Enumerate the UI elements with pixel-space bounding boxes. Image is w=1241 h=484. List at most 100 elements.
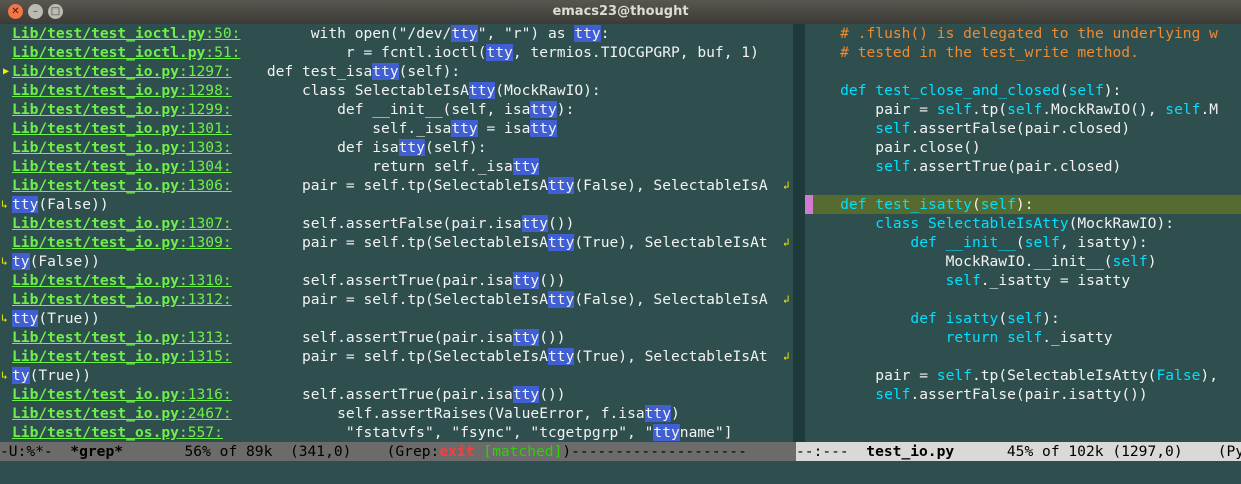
grep-file-link[interactable]: Lib/test/test_io.py	[12, 386, 179, 403]
code-text: ):	[556, 101, 575, 118]
grep-file-link[interactable]: Lib/test/test_io.py	[12, 215, 179, 232]
source-line[interactable]: return self._isatty	[805, 328, 1241, 347]
code-text: "fstatvfs", "fsync", "tcgetpgrp", "	[222, 424, 654, 441]
grep-result-line[interactable]: Lib/test/test_io.py:1301: self._isatty =…	[0, 119, 793, 138]
code-token: pair =	[805, 101, 937, 118]
source-line[interactable]: self.assertTrue(pair.closed)	[805, 157, 1241, 176]
grep-file-link[interactable]: Lib/test/test_io.py	[12, 101, 179, 118]
source-line[interactable]	[805, 347, 1241, 366]
grep-line-number[interactable]: 1301	[188, 120, 223, 137]
source-line[interactable]: self.assertFalse(pair.isatty())	[805, 385, 1241, 404]
source-line[interactable]	[805, 62, 1241, 81]
grep-line-number[interactable]: 50	[214, 25, 232, 42]
grep-result-line[interactable]: Lib/test/test_io.py:1313: self.assertTru…	[0, 328, 793, 347]
grep-file-link[interactable]: Lib/test/test_io.py	[12, 329, 179, 346]
grep-file-link[interactable]: Lib/test/test_io.py	[12, 120, 179, 137]
grep-result-line[interactable]: Lib/test/test_io.py:1307: self.assertFal…	[0, 214, 793, 233]
code-text: pair = self.tp(SelectableIsA	[231, 177, 548, 194]
match-highlight: tty	[468, 82, 496, 99]
code-text: (MockRawIO):	[495, 82, 601, 99]
grep-result-line[interactable]: Lib/test/test_io.py:1309: pair = self.tp…	[0, 233, 793, 252]
code-token: self	[875, 120, 911, 137]
grep-result-line[interactable]: ↳ tty(True))	[0, 309, 793, 328]
grep-result-line[interactable]: ↳ ty(False))	[0, 252, 793, 271]
grep-result-line[interactable]: ↳ tty(False))	[0, 195, 793, 214]
grep-line-number[interactable]: 1310	[188, 272, 223, 289]
grep-colon: :	[178, 158, 188, 175]
code-text: pair = self.tp(SelectableIsA	[231, 234, 548, 251]
grep-result-line[interactable]: Lib/test/test_io.py:1299: def __init__(s…	[0, 100, 793, 119]
source-line[interactable]: def __init__(self, isatty):	[805, 233, 1241, 252]
grep-file-link[interactable]: Lib/test/test_io.py	[12, 348, 179, 365]
source-line[interactable]: pair = self.tp(self.MockRawIO(), self.M	[805, 100, 1241, 119]
grep-line-number[interactable]: 1307	[188, 215, 223, 232]
source-line[interactable]: def isatty(self):	[805, 309, 1241, 328]
grep-result-line[interactable]: Lib/test/test_io.py:1306: pair = self.tp…	[0, 176, 793, 195]
source-line[interactable]	[805, 290, 1241, 309]
grep-file-link[interactable]: Lib/test/test_ioctl.py	[12, 25, 205, 42]
code-token: def	[805, 82, 876, 99]
grep-result-line[interactable]: Lib/test/test_io.py:1315: pair = self.tp…	[0, 347, 793, 366]
grep-file-link[interactable]: Lib/test/test_io.py	[12, 405, 179, 422]
grep-file-link[interactable]: Lib/test/test_io.py	[12, 272, 179, 289]
grep-line-number[interactable]: 1298	[188, 82, 223, 99]
grep-result-line[interactable]: Lib/test/test_io.py:1303: def isatty(sel…	[0, 138, 793, 157]
grep-line-number[interactable]: 1297	[188, 63, 223, 80]
grep-file-link[interactable]: Lib/test/test_io.py	[12, 82, 179, 99]
code-token: .M	[1200, 101, 1219, 118]
grep-line-number[interactable]: 1299	[188, 101, 223, 118]
grep-line-number[interactable]: 1316	[188, 386, 223, 403]
grep-result-line[interactable]: Lib/test/test_io.py:1316: self.assertTru…	[0, 385, 793, 404]
source-line[interactable]: pair = self.tp(SelectableIsAtty(False),	[805, 366, 1241, 385]
grep-colon: :	[178, 234, 188, 251]
grep-line-number[interactable]: 1306	[188, 177, 223, 194]
grep-result-line[interactable]: Lib/test/test_ioctl.py:50: with open("/d…	[0, 24, 793, 43]
source-line[interactable]: # tested in the test_write method.	[805, 43, 1241, 62]
minibuffer[interactable]	[0, 461, 1241, 484]
grep-line-content: Lib/test/test_io.py:1315: pair = self.tp…	[12, 347, 768, 366]
grep-file-link[interactable]: Lib/test/test_os.py	[12, 424, 179, 441]
grep-line-number[interactable]: 2467	[188, 405, 223, 422]
source-line[interactable]: # .flush() is delegated to the underlyin…	[805, 24, 1241, 43]
grep-result-line[interactable]: Lib/test/test_ioctl.py:51: r = fcntl.ioc…	[0, 43, 793, 62]
grep-line-number[interactable]: 1304	[188, 158, 223, 175]
source-buffer-pane[interactable]: # .flush() is delegated to the underlyin…	[805, 24, 1241, 442]
source-line[interactable]: self._isatty = isatty	[805, 271, 1241, 290]
grep-file-link[interactable]: Lib/test/test_io.py	[12, 139, 179, 156]
code-text: self.assertTrue(pair.isa	[231, 272, 513, 289]
grep-line-number[interactable]: 51	[214, 44, 232, 61]
grep-line-number[interactable]: 1315	[188, 348, 223, 365]
grep-result-line[interactable]: Lib/test/test_io.py:1312: pair = self.tp…	[0, 290, 793, 309]
grep-result-line[interactable]: Lib/test/test_io.py:2467: self.assertRai…	[0, 404, 793, 423]
grep-result-line[interactable]: ↳ ty(True))	[0, 366, 793, 385]
grep-file-link[interactable]: Lib/test/test_io.py	[12, 234, 179, 251]
source-line[interactable]	[805, 404, 1241, 423]
grep-result-line[interactable]: ▶ Lib/test/test_io.py:1297: def test_isat…	[0, 62, 793, 81]
grep-result-line[interactable]: Lib/test/test_io.py:1310: self.assertTru…	[0, 271, 793, 290]
source-line[interactable]: MockRawIO.__init__(self)	[805, 252, 1241, 271]
grep-line-number[interactable]: 1309	[188, 234, 223, 251]
grep-file-link[interactable]: Lib/test/test_ioctl.py	[12, 44, 205, 61]
grep-result-line[interactable]: Lib/test/test_io.py:1304: return self._i…	[0, 157, 793, 176]
window-divider[interactable]	[793, 24, 805, 442]
grep-line-number[interactable]: 1312	[188, 291, 223, 308]
source-line[interactable]	[805, 176, 1241, 195]
source-line[interactable]: def test_close_and_closed(self):	[805, 81, 1241, 100]
grep-modeline[interactable]: -U:%*- *grep* 56% of 89k (341,0) (Grep:e…	[0, 442, 796, 461]
grep-line-number[interactable]: 557	[188, 424, 214, 441]
grep-file-link[interactable]: Lib/test/test_io.py	[12, 177, 179, 194]
grep-file-link[interactable]: Lib/test/test_io.py	[12, 291, 179, 308]
grep-file-link[interactable]: Lib/test/test_io.py	[12, 158, 179, 175]
grep-line-number[interactable]: 1313	[188, 329, 223, 346]
grep-buffer-pane[interactable]: Lib/test/test_ioctl.py:50: with open("/d…	[0, 24, 793, 442]
grep-file-link[interactable]: Lib/test/test_io.py	[12, 63, 179, 80]
source-modeline[interactable]: --:--- test_io.py 45% of 102k (1297,0) (…	[796, 442, 1241, 461]
grep-result-line[interactable]: Lib/test/test_os.py:557: "fstatvfs", "fs…	[0, 423, 793, 442]
source-line[interactable]: def test_isatty(self):	[805, 195, 1241, 214]
source-line[interactable]: self.assertFalse(pair.closed)	[805, 119, 1241, 138]
source-line[interactable]: class SelectableIsAtty(MockRawIO):	[805, 214, 1241, 233]
code-text: self.assertRaises(ValueError, f.isa	[231, 405, 645, 422]
grep-result-line[interactable]: Lib/test/test_io.py:1298: class Selectab…	[0, 81, 793, 100]
grep-line-number[interactable]: 1303	[188, 139, 223, 156]
source-line[interactable]: pair.close()	[805, 138, 1241, 157]
